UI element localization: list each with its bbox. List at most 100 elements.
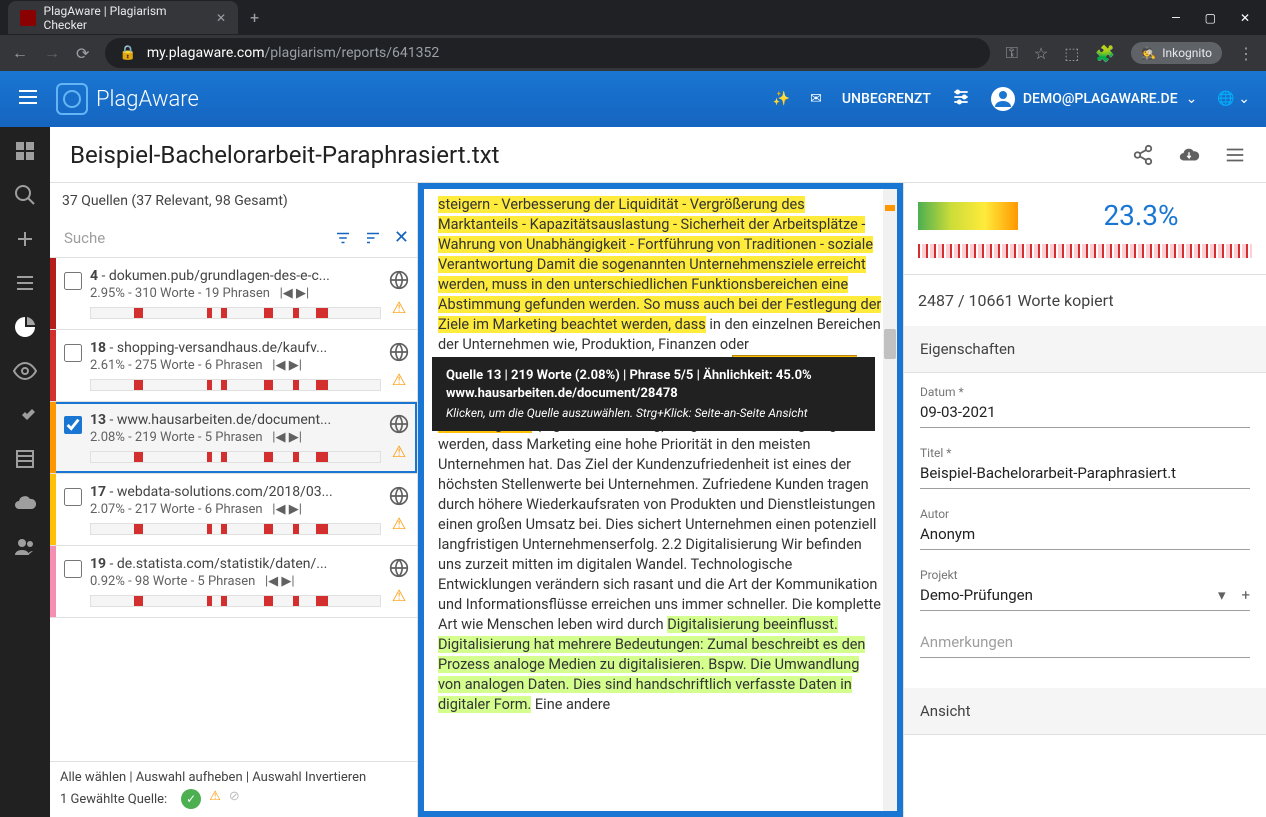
forward-button[interactable]: →	[44, 43, 60, 63]
more-icon[interactable]	[1224, 142, 1246, 168]
source-tooltip[interactable]: Quelle 13 | 219 Worte (2.08%) | Phrase 5…	[432, 357, 875, 431]
source-item[interactable]: 18 - shopping-versandhaus.de/kaufv... 2.…	[50, 330, 417, 402]
source-checkbox[interactable]	[64, 344, 82, 362]
next-phrase-icon[interactable]: ▶|	[289, 502, 302, 517]
project-field[interactable]: Demo-Prüfungen ▾ +	[920, 582, 1250, 611]
warning-icon[interactable]: ⚠	[392, 442, 406, 461]
scrollbar-thumb[interactable]	[884, 329, 896, 359]
sort-icon[interactable]	[364, 227, 382, 249]
sidebar-list[interactable]	[13, 271, 37, 295]
next-phrase-icon[interactable]: ▶|	[281, 574, 294, 589]
warning-icon[interactable]: ⚠	[392, 514, 406, 533]
clear-search-icon[interactable]: ✕	[394, 227, 409, 249]
document-view[interactable]: steigern - Verbesserung der Liquidität -…	[424, 189, 897, 811]
author-field[interactable]: Anonym	[920, 521, 1250, 550]
sidebar-chart[interactable]	[13, 315, 37, 339]
source-checkbox[interactable]	[64, 416, 82, 434]
language-icon[interactable]: 🌐 ⌄	[1217, 91, 1250, 107]
source-density[interactable]	[90, 379, 381, 391]
source-item[interactable]: 17 - webdata-solutions.com/2018/03... 2.…	[50, 474, 417, 546]
date-field[interactable]: 09-03-2021	[920, 399, 1250, 428]
properties-panel: 23.3% 2487 / 10661 Worte kopiert Eigensc…	[903, 183, 1266, 817]
search-input[interactable]	[58, 219, 334, 257]
source-checkbox[interactable]	[64, 488, 82, 506]
globe-icon[interactable]	[389, 268, 409, 292]
menu-icon[interactable]: ⋮	[1238, 44, 1254, 63]
footer-select-actions[interactable]: Alle wählen | Auswahl aufheben | Auswahl…	[60, 770, 407, 785]
globe-icon[interactable]	[389, 412, 409, 436]
add-project-icon[interactable]: +	[1241, 586, 1250, 604]
status-ok-icon[interactable]: ✓	[181, 789, 201, 809]
status-warn-icon[interactable]: ⚠	[209, 789, 221, 809]
sidebar-library[interactable]	[13, 447, 37, 471]
mail-icon[interactable]: ✉	[810, 91, 822, 107]
title-field[interactable]: Beispiel-Bachelorarbeit-Paraphrasiert.t	[920, 460, 1250, 489]
globe-icon[interactable]	[389, 556, 409, 580]
wand-icon[interactable]: ✨	[773, 91, 790, 107]
prev-phrase-icon[interactable]: |◀	[265, 574, 278, 589]
url-bar[interactable]: 🔒 my.plagaware.com/plagiarism/reports/64…	[105, 38, 989, 68]
prev-phrase-icon[interactable]: |◀	[272, 502, 285, 517]
source-color-bar	[50, 402, 56, 473]
source-item[interactable]: 13 - www.hausarbeiten.de/document... 2.0…	[50, 402, 417, 474]
brand-logo[interactable]: PlagAware	[56, 83, 199, 115]
source-title: 19 - de.statista.com/statistik/daten/...	[90, 556, 381, 572]
source-checkbox[interactable]	[64, 272, 82, 290]
prev-phrase-icon[interactable]: |◀	[272, 358, 285, 373]
qr-icon[interactable]: ⬚	[1064, 44, 1079, 63]
sidebar-cloud[interactable]	[13, 491, 37, 515]
globe-icon[interactable]	[389, 340, 409, 364]
sidebar-settings[interactable]	[13, 403, 37, 427]
new-tab-button[interactable]: +	[250, 8, 259, 27]
next-phrase-icon[interactable]: ▶|	[296, 286, 309, 301]
sidebar-eye[interactable]	[13, 359, 37, 383]
source-density[interactable]	[90, 451, 381, 463]
reload-button[interactable]: ⟳	[76, 44, 89, 63]
hamburger-icon[interactable]	[16, 85, 40, 113]
source-checkbox[interactable]	[64, 560, 82, 578]
sources-summary: 37 Quellen (37 Relevant, 98 Gesamt)	[50, 183, 417, 219]
next-phrase-icon[interactable]: ▶|	[289, 358, 302, 373]
dropdown-icon[interactable]: ▾	[1218, 586, 1226, 604]
share-icon[interactable]	[1132, 142, 1154, 168]
next-phrase-icon[interactable]: ▶|	[289, 430, 302, 445]
download-icon[interactable]	[1178, 142, 1200, 168]
warning-icon[interactable]: ⚠	[392, 586, 406, 605]
browser-tab[interactable]: PlagAware | Plagiarism Checker ✕	[8, 1, 238, 34]
status-block-icon[interactable]: ⊘	[229, 789, 240, 809]
density-overview[interactable]	[918, 244, 1252, 258]
globe-icon[interactable]	[389, 484, 409, 508]
star-icon[interactable]: ☆	[1034, 44, 1048, 63]
back-button[interactable]: ←	[12, 43, 28, 63]
properties-title: Eigenschaften	[904, 326, 1266, 373]
source-density[interactable]	[90, 595, 381, 607]
source-item[interactable]: 4 - dokumen.pub/grundlagen-des-e-c... 2.…	[50, 258, 417, 330]
tune-icon[interactable]	[951, 87, 971, 111]
sidebar-add[interactable]	[13, 227, 37, 251]
key-icon[interactable]: ⚿	[1006, 43, 1018, 63]
prev-phrase-icon[interactable]: |◀	[272, 430, 285, 445]
user-menu[interactable]: DEMO@PLAGAWARE.DE ⌄	[991, 87, 1197, 111]
extensions-icon[interactable]: 🧩	[1095, 44, 1115, 63]
warning-icon[interactable]: ⚠	[392, 370, 406, 389]
source-item[interactable]: 19 - de.statista.com/statistik/daten/...…	[50, 546, 417, 618]
highlight-segment[interactable]: steigern - Verbesserung der Liquidität -…	[438, 196, 881, 333]
warning-icon[interactable]: ⚠	[392, 298, 406, 317]
close-window-icon[interactable]: ✕	[1240, 11, 1250, 25]
maximize-icon[interactable]: ▢	[1205, 11, 1216, 25]
source-density[interactable]	[90, 307, 381, 319]
sidebar-search[interactable]	[13, 183, 37, 207]
source-title: 18 - shopping-versandhaus.de/kaufv...	[90, 340, 381, 356]
notes-field[interactable]: Anmerkungen	[920, 629, 1250, 658]
scrollbar[interactable]	[883, 189, 897, 811]
prev-phrase-icon[interactable]: |◀	[280, 286, 293, 301]
source-density[interactable]	[90, 523, 381, 535]
view-section-title: Ansicht	[904, 688, 1266, 735]
sidebar-users[interactable]	[13, 535, 37, 559]
browser-addressbar: ← → ⟳ 🔒 my.plagaware.com/plagiarism/repo…	[0, 35, 1266, 71]
minimize-icon[interactable]: ―	[1171, 11, 1180, 25]
sidebar-dashboard[interactable]	[13, 139, 37, 163]
close-icon[interactable]: ✕	[216, 11, 226, 25]
avatar-icon	[991, 87, 1015, 111]
filter-icon[interactable]	[334, 227, 352, 249]
